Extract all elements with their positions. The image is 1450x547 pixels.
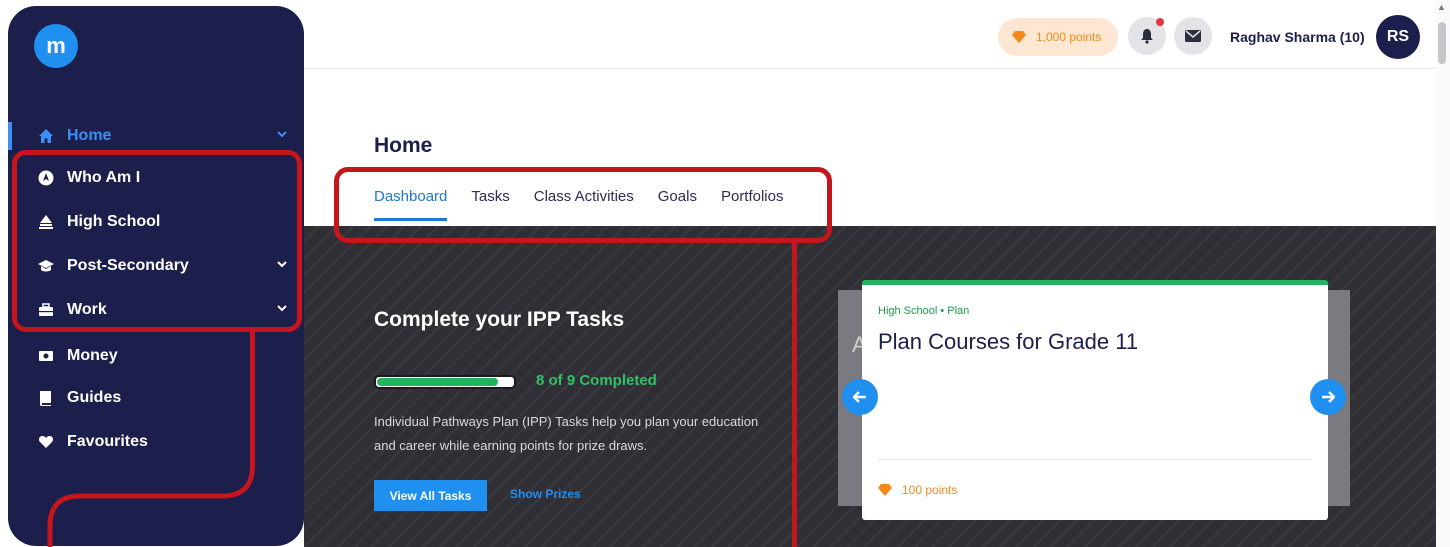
task-card-divider	[878, 459, 1312, 460]
bell-icon	[1139, 28, 1155, 44]
gem-icon	[1012, 31, 1026, 43]
task-card-points-text: 100 points	[902, 483, 958, 497]
arrow-left-icon	[853, 390, 867, 404]
sidebar-item-label: Guides	[67, 389, 122, 406]
avatar[interactable]: RS	[1376, 15, 1420, 59]
ipp-description: Individual Pathways Plan (IPP) Tasks hel…	[374, 414, 759, 453]
carousel-prev-button[interactable]	[842, 379, 878, 415]
scroll-up-icon[interactable]: ▲	[1437, 2, 1446, 12]
scrollbar[interactable]	[1436, 0, 1450, 547]
messages-button[interactable]	[1174, 17, 1212, 55]
points-text: 1,000 points	[1036, 30, 1102, 44]
envelope-icon	[1185, 30, 1201, 42]
carousel-next-button[interactable]	[1310, 379, 1346, 415]
sidebar-item-money[interactable]: Money	[8, 336, 304, 376]
gem-icon	[878, 484, 892, 496]
ipp-title: Complete your IPP Tasks	[374, 308, 625, 331]
ipp-progress-text: 8 of 9 Completed	[536, 372, 657, 389]
arrow-right-icon	[1321, 390, 1335, 404]
sidebar-item-label: Money	[67, 347, 118, 364]
points-badge[interactable]: 1,000 points	[998, 18, 1118, 56]
sidebar-item-label: Home	[67, 127, 112, 144]
notification-dot	[1156, 18, 1164, 26]
show-prizes-link[interactable]: Show Prizes	[510, 487, 581, 501]
annotation-box-tabs	[334, 167, 832, 243]
home-icon	[38, 128, 54, 144]
view-all-tasks-button[interactable]: View All Tasks	[374, 480, 487, 511]
task-card-title[interactable]: Plan Courses for Grade 11	[878, 329, 1138, 355]
annotation-line-sidebar	[250, 327, 255, 447]
money-icon	[38, 348, 54, 364]
sidebar-item-guides[interactable]: Guides	[8, 378, 304, 418]
page-title: Home	[374, 134, 433, 157]
notifications-button[interactable]	[1128, 17, 1166, 55]
annotation-curve-sidebar	[47, 440, 255, 547]
task-card-points: 100 points	[878, 483, 957, 497]
ipp-progress-bar	[374, 375, 516, 389]
app-logo[interactable]: m	[34, 24, 78, 68]
ipp-progress-fill	[377, 378, 498, 386]
user-name[interactable]: Raghav Sharma (10)	[1230, 29, 1365, 45]
task-card[interactable]: High School • Plan Plan Courses for Grad…	[862, 280, 1328, 520]
task-card-eyebrow: High School • Plan	[878, 305, 970, 317]
chevron-down-icon	[276, 127, 288, 145]
book-icon	[38, 390, 54, 406]
scrollbar-thumb[interactable]	[1438, 22, 1446, 64]
annotation-box-sidebar	[12, 150, 302, 332]
annotation-line-tabs	[792, 238, 797, 547]
